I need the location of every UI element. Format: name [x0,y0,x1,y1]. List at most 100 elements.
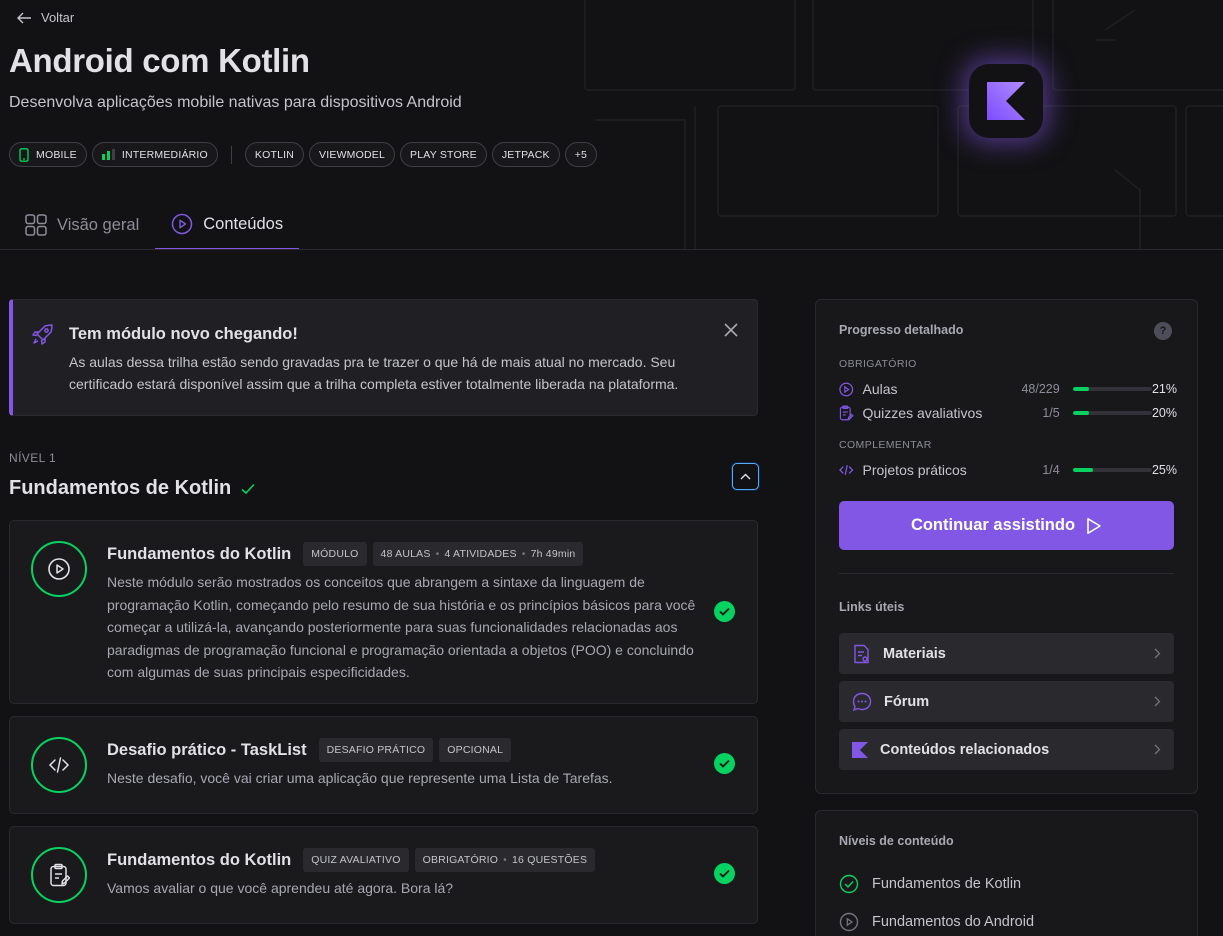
tag-label: INTERMEDIÁRIO [121,148,208,161]
link-forum[interactable]: Fórum [839,681,1174,722]
progress-row-quizzes: Quizzes avaliativos 1/5 20% [839,403,1177,423]
new-module-notice: Tem módulo novo chegando! As aulas dessa… [9,299,758,416]
level-item-android[interactable]: Fundamentos do Android [839,912,1034,932]
clipboard-icon [50,863,70,887]
chat-icon [852,692,872,711]
tag-play-store: PLAY STORE [400,142,487,167]
meta-badge: 48 AULAS • 4 ATIVIDADES • 7h 49min [372,542,584,566]
tag-viewmodel: VIEWMODEL [309,142,396,167]
play-circle-icon [172,213,193,235]
completed-icon [714,753,735,774]
tab-contents[interactable]: Conteúdos [155,200,300,249]
help-icon[interactable]: ? [1154,322,1172,340]
progress-bar [1072,468,1152,472]
tab-overview[interactable]: Visão geral [9,200,155,249]
level-bars-icon [101,149,115,160]
check-circle-icon [839,874,859,894]
check-icon [719,759,730,768]
notice-text: As aulas dessa trilha estão sendo gravad… [69,354,679,392]
progress-bar-fill [1072,411,1089,415]
progress-count: 1/5 [1042,406,1060,420]
divider [839,573,1174,574]
content-levels-panel: Níveis de conteúdo Fundamentos de Kotlin… [815,810,1198,936]
separator-dot: • [521,548,526,560]
progress-panel: Progresso detalhado ? OBRIGATÓRIO Aulas … [815,299,1198,794]
level-item-kotlin[interactable]: Fundamentos de Kotlin [839,874,1021,894]
back-label: Voltar [41,10,75,25]
code-icon [839,465,854,475]
arrow-left-icon [17,12,31,23]
kotlin-icon [987,82,1025,120]
level-title-text: Fundamentos de Kotlin [9,477,232,499]
progress-bar [1072,387,1152,391]
level-item-label: Fundamentos de Kotlin [872,876,1022,892]
link-label: Materiais [883,645,946,662]
chevron-up-icon [740,473,751,480]
card-description: Neste desafio, você vai criar uma aplica… [107,770,613,786]
progress-name: Projetos práticos [862,462,967,478]
continue-watching-button[interactable]: Continuar assistindo [839,501,1174,550]
tag-label: VIEWMODEL [319,148,386,161]
card-description: Vamos avaliar o que você aprendeu até ag… [107,880,454,896]
content-card-challenge[interactable]: Desafio prático - TaskList DESAFIO PRÁTI… [9,716,758,814]
document-icon [854,644,869,663]
chevron-right-icon [1154,648,1161,659]
completed-icon [714,601,735,622]
progress-percent: 25% [1151,463,1177,477]
useful-links-title: Links úteis [839,600,905,614]
progress-count: 1/4 [1042,463,1060,477]
complementary-section-label: COMPLEMENTAR [839,439,932,451]
card-header: Fundamentos do Kotlin MÓDULO 48 AULAS • 4… [107,542,584,566]
code-icon [48,757,70,773]
progress-bar [1072,411,1152,415]
content-card-quiz[interactable]: Fundamentos do Kotlin QUIZ AVALIATIVO OB… [9,826,758,924]
chevron-right-icon [1154,744,1161,755]
close-icon[interactable] [723,322,739,338]
page-subtitle: Desenvolva aplicações mobile nativas par… [9,94,462,111]
required-section-label: OBRIGATÓRIO [839,358,917,370]
clipboard-icon [839,405,854,421]
activity-count: 4 ATIVIDADES [444,548,517,560]
tag-label: KOTLIN [254,148,295,161]
link-related-content[interactable]: Conteúdos relacionados [839,729,1174,770]
back-link[interactable]: Voltar [17,10,74,25]
smartphone-icon [19,147,29,162]
tag-jetpack: JETPACK [491,142,560,167]
tag-list: MOBILE INTERMEDIÁRIO KOTLIN VIEWMODEL PL… [9,142,598,167]
card-title: Fundamentos do Kotlin [107,850,292,869]
progress-count: 48/229 [1021,382,1060,396]
separator-dot: • [503,854,507,866]
tag-kotlin: KOTLIN [244,142,305,167]
tag-divider [230,145,232,164]
quiz-icon [31,847,87,903]
card-title: Desafio prático - TaskList [107,740,307,759]
level-label: NÍVEL 1 [9,451,57,465]
collapse-level-button[interactable] [732,463,759,490]
lesson-count: 48 AULAS [380,548,431,560]
play-circle-icon [48,558,70,580]
level-title: Fundamentos de Kotlin [9,477,255,500]
content-card-module[interactable]: Fundamentos do Kotlin MÓDULO 48 AULAS • 4… [9,520,758,704]
cta-label: Continuar assistindo [910,516,1076,534]
progress-name: Quizzes avaliativos [862,405,983,421]
module-icon [31,541,87,597]
card-title: Fundamentos do Kotlin [107,544,292,563]
progress-name: Aulas [862,381,898,397]
duration: 7h 49min [530,548,576,560]
tag-label: MOBILE [36,148,77,161]
card-header: Desafio prático - TaskList DESAFIO PRÁTI… [107,738,512,762]
tag-mobile: MOBILE [9,142,87,167]
challenge-icon [31,737,87,793]
grid-icon [25,214,47,236]
type-badge: MÓDULO [303,542,367,566]
link-label: Fórum [884,693,930,710]
progress-row-lessons: Aulas 48/229 21% [839,379,1177,399]
link-materials[interactable]: Materiais [839,633,1174,674]
type-badge: QUIZ AVALIATIVO [303,848,409,872]
link-label: Conteúdos relacionados [880,741,1050,758]
separator-dot: • [435,548,440,560]
page-title: Android com Kotlin [9,42,310,79]
more-tags-button[interactable]: +5 [564,142,598,167]
check-icon [241,483,255,494]
play-icon [1087,517,1101,534]
